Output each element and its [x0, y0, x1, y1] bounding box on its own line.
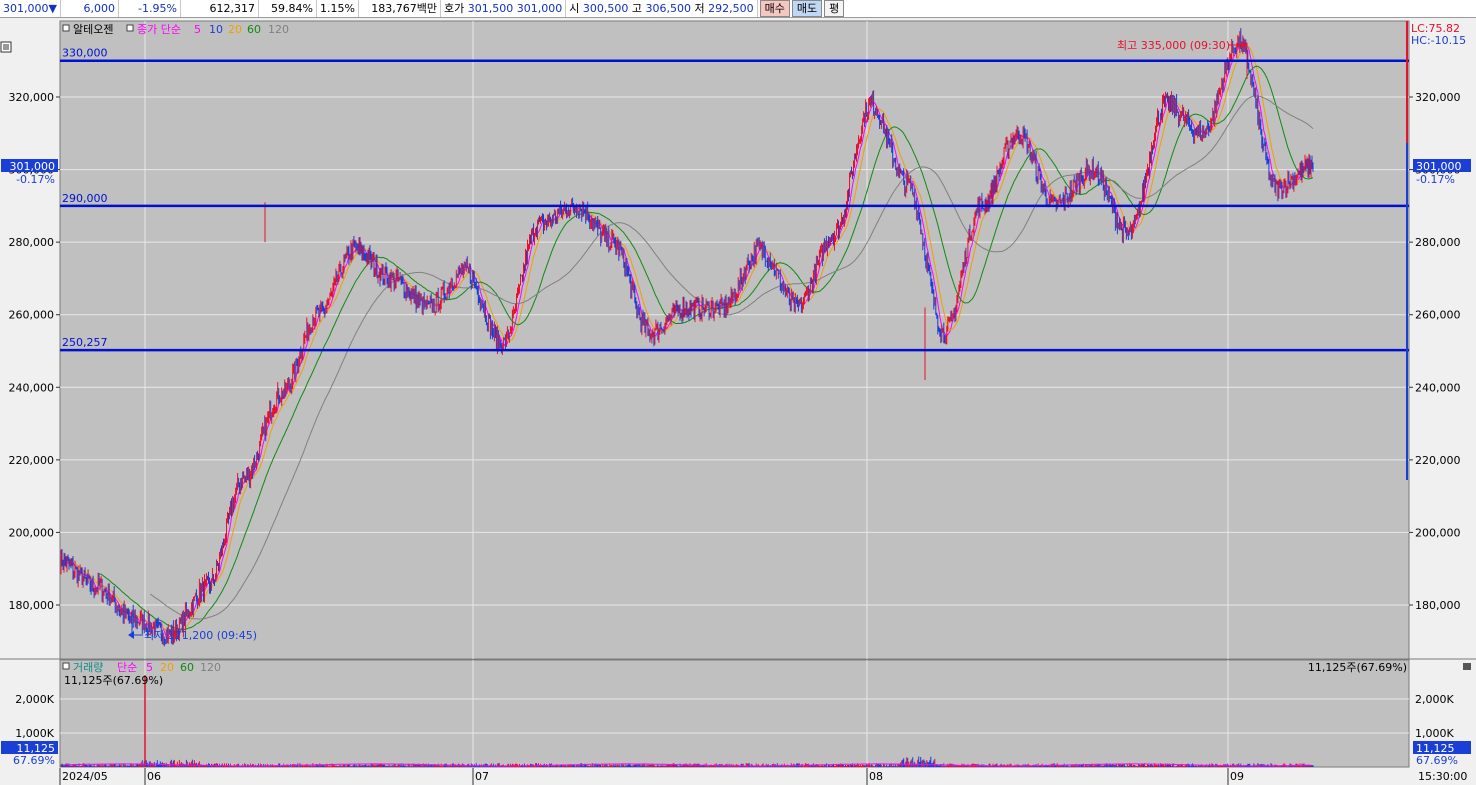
- ma-legend-5: 5: [194, 23, 201, 36]
- x-tick-label: 09: [1230, 770, 1244, 783]
- current-price-left: 301,000: [10, 160, 56, 173]
- quote-info: 호가 301,500 301,000: [441, 0, 567, 17]
- ma-legend-60: 60: [247, 23, 261, 36]
- ma-legend-20: 20: [228, 23, 242, 36]
- y-tick-label-left: 320,000: [9, 91, 55, 104]
- high-annotation: 최고 335,000 (09:30): [1117, 39, 1230, 52]
- x-axis-area: [60, 768, 1409, 785]
- y-tick-label-right: 320,000: [1415, 91, 1461, 104]
- hc-value: HC:-10.15: [1411, 34, 1466, 47]
- volume-tick-label-right: 2,000K: [1415, 693, 1454, 706]
- y-tick-label-left: 280,000: [9, 236, 55, 249]
- quote-bar: 301,000▼ 6,000 -1.95% 612,317 59.84% 1.1…: [0, 0, 1476, 18]
- legend-toggle-icon[interactable]: [62, 24, 70, 32]
- current-price-right: 301,000: [1416, 160, 1462, 173]
- level-label: 250,257: [62, 336, 108, 349]
- y-tick-label-right: 220,000: [1415, 454, 1461, 467]
- y-tick-label-right: 280,000: [1415, 236, 1461, 249]
- y-tick-label-left: 200,000: [9, 526, 55, 539]
- volume-title: 거래량: [73, 661, 103, 674]
- chart-settings-icon[interactable]: [0, 41, 12, 53]
- volume-pct-right: 67.69%: [1416, 754, 1458, 767]
- price-change-pct: -1.95%: [119, 0, 181, 17]
- y-tick-label-left: 180,000: [9, 599, 55, 612]
- volume-ma-120: 120: [200, 661, 221, 674]
- y-tick-label-right: 200,000: [1415, 526, 1461, 539]
- left-axis-area: [0, 18, 60, 785]
- price-change: 6,000: [61, 0, 119, 17]
- stock-chart[interactable]: 330,000 290,000 250,257 2024/05 06 07 08 09 320…: [0, 18, 1476, 785]
- ma-type-label: 종가 단순: [137, 23, 181, 36]
- y-tick-label-left: 220,000: [9, 454, 55, 467]
- y-tick-label-right: 240,000: [1415, 381, 1461, 394]
- ma-legend-10: 10: [209, 23, 223, 36]
- volume-ma-60: 60: [180, 661, 194, 674]
- volume-info-right: 11,125주(67.69%): [1308, 661, 1407, 674]
- price-plot-area[interactable]: [59, 20, 1410, 660]
- volume-collapse-icon[interactable]: [1463, 663, 1471, 670]
- low-annotation: 최저 171,200 (09:45): [144, 629, 257, 642]
- volume-ratio: 59.84%: [259, 0, 317, 17]
- down-arrow-icon: ▼: [48, 2, 57, 15]
- level-label: 330,000: [62, 47, 108, 60]
- volume-plot-area[interactable]: [59, 659, 1410, 768]
- y-tick-label-left: 260,000: [9, 309, 55, 322]
- current-pct-right: -0.17%: [1416, 173, 1455, 186]
- volume-legend-toggle-icon[interactable]: [62, 662, 70, 670]
- level-label: 290,000: [62, 192, 108, 205]
- volume-ma-type: 단순: [117, 661, 137, 674]
- ma-legend-120: 120: [268, 23, 289, 36]
- y-tick-label-right: 260,000: [1415, 309, 1461, 322]
- ma-legend-toggle-icon[interactable]: [126, 24, 134, 32]
- ohl-info: 시 300,500 고 306,500 저 292,500: [566, 0, 758, 17]
- volume-tick-label-right: 1,000K: [1415, 727, 1454, 740]
- volume-tick-label-left: 2,000K: [15, 693, 54, 706]
- x-tick-label: 08: [869, 770, 883, 783]
- x-axis-time: 15:30:00: [1418, 770, 1467, 783]
- x-tick-label: 06: [147, 770, 161, 783]
- volume-info-left: 11,125주(67.69%): [64, 674, 163, 687]
- volume-ma-5: 5: [146, 661, 153, 674]
- y-tick-label-right: 180,000: [1415, 599, 1461, 612]
- x-tick-label: 2024/05: [62, 770, 108, 783]
- x-tick-label: 07: [475, 770, 489, 783]
- stock-name: 알테오젠: [73, 22, 113, 36]
- volume-pct-left: 67.69%: [13, 754, 55, 767]
- average-button[interactable]: 평: [824, 0, 845, 17]
- volume-tick-label-left: 1,000K: [15, 727, 54, 740]
- trade-volume: 612,317: [181, 0, 259, 17]
- trade-amount: 183,767백만: [359, 0, 441, 17]
- current-pct-left: -0.17%: [16, 173, 55, 186]
- buy-button[interactable]: 매수: [759, 0, 790, 17]
- turnover-rate: 1.15%: [317, 0, 359, 17]
- sell-button[interactable]: 매도: [791, 0, 823, 17]
- y-tick-label-left: 240,000: [9, 381, 55, 394]
- current-price: 301,000▼: [0, 0, 61, 17]
- volume-ma-20: 20: [160, 661, 174, 674]
